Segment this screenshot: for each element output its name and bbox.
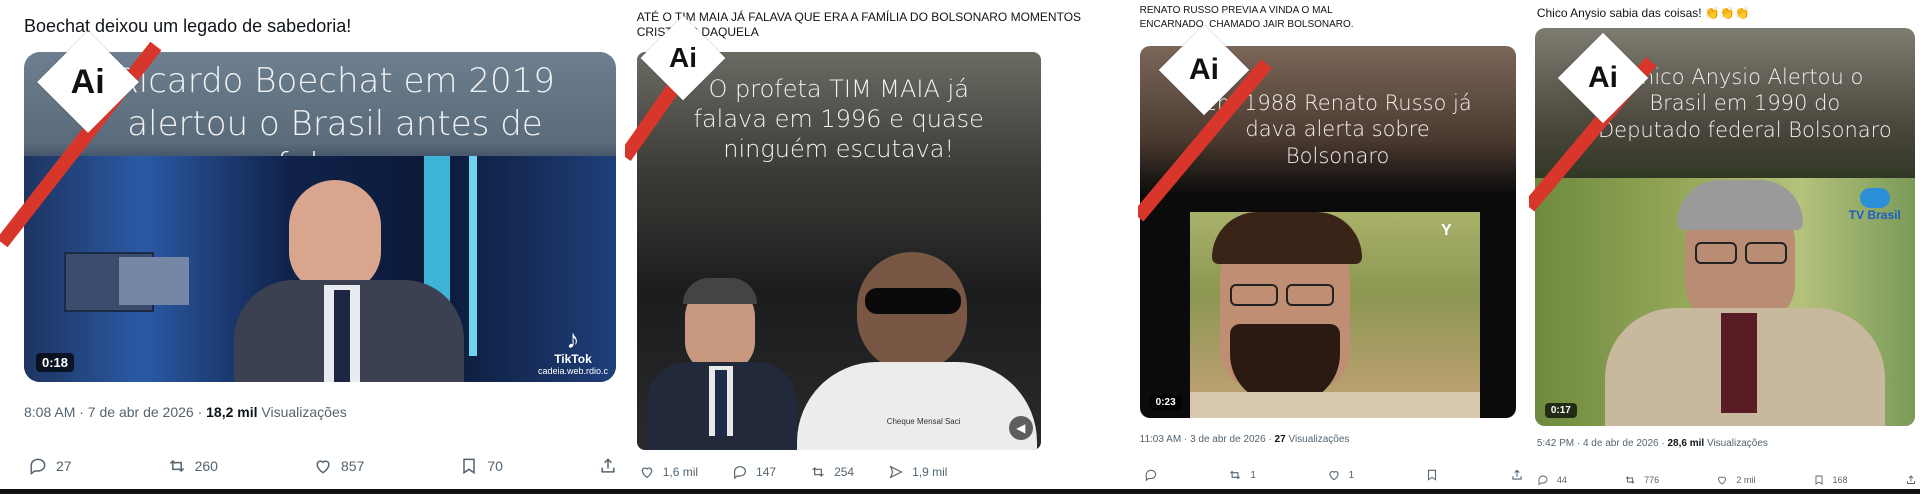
volume-icon[interactable]: ◀ [1008,416,1033,440]
video-frame: Y [1189,212,1480,418]
repost-button[interactable]: 254 [810,464,854,480]
send-icon [889,465,903,479]
heart-icon [1329,471,1339,481]
reply-icon [1538,475,1548,486]
repost-icon [812,467,824,477]
heart-icon [641,467,652,479]
post-actions: 27 260 857 70 [28,456,618,476]
post-panel-tim-maia: ATÉ O TIM MAIA JÁ FALAVA QUE ERA A FAMÍL… [624,0,1132,494]
reply-icon [1145,469,1156,482]
video-thumbnail[interactable]: O profeta TIM MAIA já falava em 1996 e q… [636,52,1041,450]
repost-button[interactable]: 776 [1624,474,1659,486]
post-text: RENATO RUSSO PREVIA A VINDA O MAL ENCARN… [1139,5,1354,30]
views-button[interactable]: 1,9 mil [888,464,947,480]
share-icon [1906,475,1915,484]
screenshot-collage: Boechat deixou um legado de sabedoria! R… [0,0,1920,494]
like-button[interactable]: 1,6 mil [639,464,698,480]
post-panel-boechat: Boechat deixou um legado de sabedoria! R… [0,0,619,494]
share-icon [1512,469,1522,480]
post-actions: 1,6 mil 147 254 1,9 mil [639,464,947,480]
heart-icon [1718,476,1727,485]
reply-button[interactable] [1144,468,1158,482]
video-duration: 0:23 [1149,395,1182,410]
studio-screen [119,257,189,305]
post-timestamp: 5:42 PM · 4 de abr de 2026 · 28,6 mil Vi… [1536,438,1768,449]
post-timestamp: 11:03 AM · 3 de abr de 2026 · 27 Visuali… [1139,434,1350,445]
repost-icon [169,459,184,473]
heart-icon [316,460,330,474]
person-left [646,278,797,450]
tiktok-watermark: ♪ TikTok cadeia.web.rdio.c [537,324,608,376]
bookmark-button[interactable]: 70 [459,456,503,476]
share-button[interactable] [598,456,618,476]
video-duration: 0:18 [36,353,75,372]
post-actions: 1 1 [1144,468,1523,482]
person-right: Cheque Mensal Saci [787,252,1041,450]
bookmark-icon [1427,469,1436,481]
repost-button[interactable]: 1 [1228,468,1256,482]
post-panel-chico-anysio: Chico Anysio sabia das coisas! 👏👏👏 Chico… [1528,0,1920,494]
like-button[interactable]: 1 [1327,468,1354,482]
post-text: ATÉ O TIM MAIA JÁ FALAVA QUE ERA A FAMÍL… [636,10,1082,39]
repost-button[interactable]: 260 [167,456,218,476]
video-duration: 0:17 [1544,403,1577,418]
repost-icon [1230,470,1241,480]
post-actions: 44 776 2 mil 168 [1537,474,1917,486]
share-icon [601,458,615,473]
video-headline: O profeta TIM MAIA já falava em 1996 e q… [693,75,984,163]
post-text: Boechat deixou um legado de sabedoria! [24,16,352,36]
bookmark-icon [463,458,476,475]
reply-icon [733,466,746,480]
share-button[interactable] [1905,474,1917,486]
reply-button[interactable]: 27 [28,456,72,476]
repost-icon [1625,476,1635,484]
bookmark-button[interactable]: 168 [1813,474,1848,486]
post-timestamp: 8:08 AM · 7 de abr de 2026 · 18,2 mil Vi… [24,404,347,420]
tv-logo-icon: Y [1440,222,1452,239]
bottom-border [0,489,1920,494]
share-button[interactable] [1510,468,1523,482]
reply-button[interactable]: 147 [732,464,776,480]
reply-icon [30,458,46,475]
bookmark-icon [1815,475,1822,485]
anchor-figure [234,180,484,382]
like-button[interactable]: 2 mil [1716,474,1755,486]
like-button[interactable]: 857 [313,456,364,476]
bookmark-button[interactable] [1425,468,1439,482]
tv-brasil-logo: TV Brasil [1849,188,1901,222]
post-text: Chico Anysio sabia das coisas! 👏👏👏 [1536,6,1750,20]
post-panel-renato-russo: RENATO RUSSO PREVIA A VINDA O MAL ENCARN… [1137,0,1523,494]
video-frame: TV Brasil [1534,178,1915,426]
reply-button[interactable]: 44 [1537,474,1567,486]
